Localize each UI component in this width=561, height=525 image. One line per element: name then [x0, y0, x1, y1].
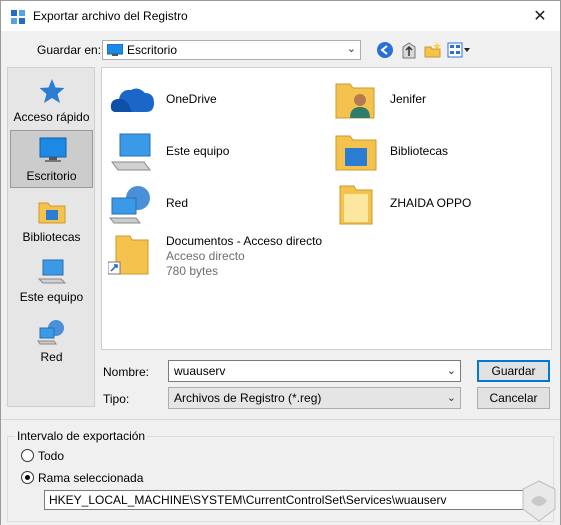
- chevron-down-icon: ⌄: [446, 365, 456, 377]
- place-label: Escritorio: [26, 169, 77, 183]
- up-folder-button[interactable]: [398, 39, 420, 61]
- file-name: Bibliotecas: [390, 144, 449, 158]
- file-name: Documentos - Acceso directo: [166, 234, 323, 248]
- file-name-input[interactable]: wuauserv ⌄: [168, 360, 461, 382]
- back-icon: [377, 42, 393, 58]
- save-in-dropdown[interactable]: Escritorio ⌄: [102, 40, 361, 60]
- file-name-value: wuauserv: [174, 364, 226, 378]
- place-label: Acceso rápido: [13, 110, 90, 124]
- view-menu-button[interactable]: [446, 39, 472, 61]
- place-desktop[interactable]: Escritorio: [10, 130, 93, 188]
- network-icon: [108, 186, 150, 224]
- new-folder-icon: [424, 42, 441, 58]
- file-name: OneDrive: [166, 92, 217, 106]
- window-title: Exportar archivo del Registro: [33, 9, 188, 23]
- save-in-value: Escritorio: [127, 43, 178, 57]
- computer-icon: [111, 133, 151, 171]
- export-registry-dialog: Exportar archivo del Registro ✕ Guardar …: [0, 0, 561, 525]
- file-name: ZHAIDA OPPO: [390, 196, 472, 210]
- onedrive-icon: [110, 88, 154, 112]
- place-label: Bibliotecas: [22, 230, 81, 244]
- file-type-select[interactable]: Archivos de Registro (*.reg) ⌄: [168, 387, 461, 409]
- title-bar: Exportar archivo del Registro ✕: [1, 1, 560, 31]
- back-button[interactable]: [374, 39, 396, 61]
- file-type: Acceso directo: [166, 249, 245, 263]
- export-range-title: Intervalo de exportación: [15, 429, 148, 443]
- libraries-icon: [38, 202, 66, 224]
- branch-path-value: HKEY_LOCAL_MACHINE\SYSTEM\CurrentControl…: [49, 493, 447, 507]
- view-menu-icon: [447, 42, 470, 58]
- user-folder-icon: [335, 83, 375, 119]
- save-in-label: Guardar en:: [37, 43, 102, 57]
- close-button[interactable]: ✕: [520, 1, 560, 31]
- place-label: Este equipo: [19, 290, 84, 304]
- list-item-this-pc[interactable]: Este equipo: [108, 130, 318, 174]
- list-item-onedrive[interactable]: OneDrive: [108, 78, 318, 122]
- desktop-icon: [39, 137, 67, 162]
- file-list: OneDrive Jenifer Este equipo Bibliotecas: [101, 67, 552, 350]
- list-item-jenifer[interactable]: Jenifer: [332, 78, 542, 122]
- list-item-zhaida-oppo[interactable]: ZHAIDA OPPO: [332, 182, 542, 226]
- radio-selected-branch[interactable]: [21, 471, 34, 484]
- network-icon: [37, 320, 64, 345]
- save-button[interactable]: Guardar: [477, 360, 550, 382]
- radio-branch-label: Rama seleccionada: [38, 471, 144, 485]
- shortcut-folder-icon: [108, 235, 149, 275]
- desktop-small-icon: [107, 44, 123, 56]
- list-item-libraries[interactable]: Bibliotecas: [332, 130, 542, 174]
- close-icon: ✕: [533, 8, 547, 25]
- chevron-down-icon: ⌄: [346, 43, 356, 55]
- file-type-value: Archivos de Registro (*.reg): [174, 391, 322, 405]
- cancel-button[interactable]: Cancelar: [477, 387, 550, 409]
- folder-icon: [339, 185, 373, 225]
- place-this-pc[interactable]: Este equipo: [10, 252, 93, 310]
- registry-icon: [11, 10, 25, 24]
- name-label: Nombre:: [103, 365, 150, 379]
- computer-icon: [37, 259, 67, 284]
- place-libraries[interactable]: Bibliotecas: [10, 192, 93, 250]
- file-name: Red: [166, 196, 189, 210]
- watermark-logo: [522, 480, 556, 522]
- up-folder-icon: [402, 42, 416, 59]
- branch-path-input[interactable]: HKEY_LOCAL_MACHINE\SYSTEM\CurrentControl…: [44, 490, 547, 510]
- place-quick-access[interactable]: Acceso rápido: [10, 72, 93, 130]
- star-icon: [39, 79, 65, 103]
- type-label: Tipo:: [103, 392, 130, 406]
- radio-all-label: Todo: [38, 449, 65, 463]
- file-size: 780 bytes: [166, 264, 219, 278]
- list-item-documents-shortcut[interactable]: Documentos - Acceso directo Acceso direc…: [108, 232, 408, 282]
- radio-all[interactable]: [21, 449, 34, 462]
- list-item-network[interactable]: Red: [108, 182, 318, 226]
- place-network[interactable]: Red: [10, 312, 93, 370]
- libraries-icon: [335, 135, 377, 171]
- chevron-down-icon: ⌄: [446, 392, 456, 404]
- places-bar: Acceso rápido Escritorio Bibliotecas Est…: [7, 67, 95, 407]
- file-name: Jenifer: [390, 92, 427, 106]
- place-label: Red: [40, 350, 63, 364]
- file-name: Este equipo: [166, 144, 230, 158]
- new-folder-button[interactable]: [422, 39, 444, 61]
